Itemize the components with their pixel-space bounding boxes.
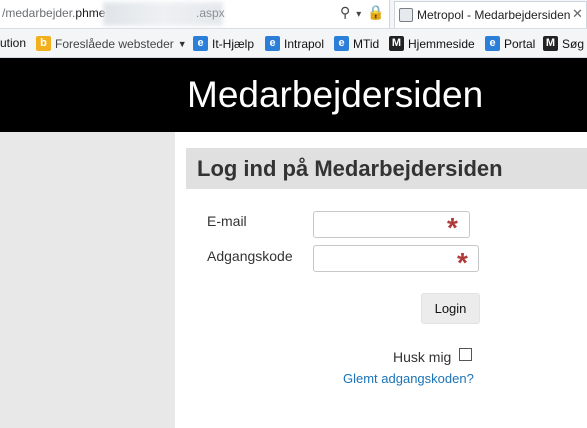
favorites-suggested-sites[interactable]: b Foreslåede websteder ▼: [36, 36, 187, 51]
favorites-item-it-hjaelp[interactable]: e It-Hjælp: [193, 36, 254, 51]
required-marker-email: *: [447, 212, 458, 243]
lock-icon[interactable]: 🔒: [367, 4, 390, 20]
login-button[interactable]: Login: [421, 293, 480, 324]
forgot-password-link[interactable]: Glemt adgangskoden?: [343, 371, 474, 386]
login-title: Log ind på Medarbejdersiden: [197, 156, 503, 181]
remember-me-checkbox[interactable]: [459, 348, 472, 361]
favorites-item-portal[interactable]: e Portal: [485, 36, 535, 51]
password-label: Adgangskode: [207, 248, 293, 264]
login-header: Log ind på Medarbejdersiden: [186, 148, 587, 189]
url-text[interactable]: /medarbejder.phme: [2, 6, 105, 20]
m-icon: M: [389, 36, 404, 51]
email-label: E-mail: [207, 213, 247, 229]
password-field[interactable]: [313, 245, 479, 272]
url-suffix: .aspx: [196, 6, 225, 20]
bing-icon: b: [36, 36, 51, 51]
ie-icon: e: [193, 36, 208, 51]
ie-icon: e: [265, 36, 280, 51]
favorites-item-partial[interactable]: ution: [0, 36, 26, 50]
favorites-bar: ution b Foreslåede websteder ▼ e It-Hjælp e…: [0, 29, 587, 58]
address-bar[interactable]: /medarbejder.phme .aspx ⚲▾🔒: [0, 0, 390, 28]
close-tab-icon[interactable]: ✕: [572, 6, 583, 22]
remember-me-label: Husk mig: [393, 349, 452, 365]
site-header: Medarbejdersiden: [0, 58, 587, 132]
page-icon: [399, 8, 413, 22]
ie-icon: e: [485, 36, 500, 51]
m-icon: M: [543, 36, 558, 51]
required-marker-password: *: [457, 247, 468, 278]
tab-title: Metropol - Medarbejdersiden: [417, 8, 571, 22]
favorites-item-intrapol[interactable]: e Intrapol: [265, 36, 324, 51]
chevron-down-icon: ▼: [177, 38, 187, 49]
search-icon[interactable]: ⚲: [340, 4, 356, 20]
favorites-item-mtid[interactable]: e MTid: [334, 36, 379, 51]
site-title: Medarbejdersiden: [187, 74, 484, 115]
favorites-item-sog[interactable]: M Søg: [543, 36, 584, 51]
favorites-item-hjemmeside[interactable]: M Hjemmeside: [389, 36, 475, 51]
dropdown-icon[interactable]: ▾: [356, 9, 367, 20]
ie-icon: e: [334, 36, 349, 51]
left-sidebar: [0, 132, 175, 428]
browser-toolbar: /medarbejder.phme .aspx ⚲▾🔒 Metropol - M…: [0, 0, 587, 29]
tab-metropol[interactable]: Metropol - Medarbejdersiden ✕: [394, 1, 587, 28]
